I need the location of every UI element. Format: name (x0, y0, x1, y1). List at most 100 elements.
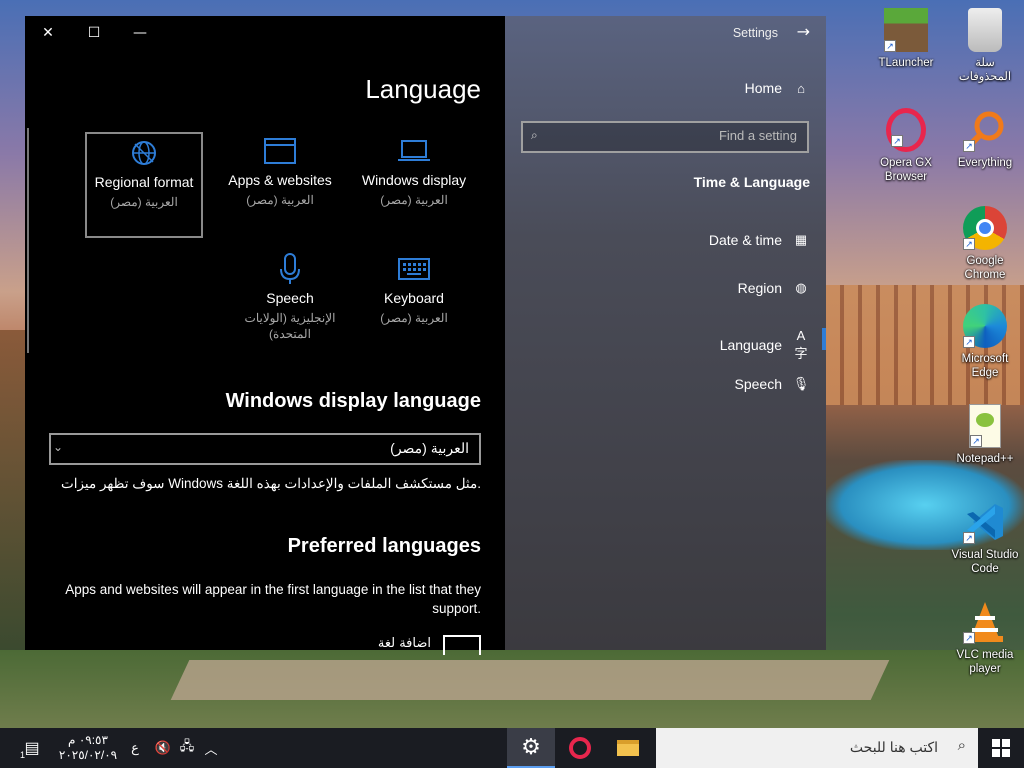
desktop-icon-notepadpp[interactable]: ↗ Notepad++ (948, 404, 1022, 466)
desktop-icon-label: سلة المحذوفات (958, 57, 1012, 83)
desktop-icon-label: Opera GX Browser (880, 157, 932, 183)
tile-label: Speech (266, 290, 314, 306)
desktop-icon-label: Everything (957, 157, 1013, 169)
nav-item-date-time[interactable]: Date & time ▦ (709, 232, 810, 248)
close-button[interactable]: ✕ (33, 24, 63, 42)
tlauncher-icon: ↗ (884, 8, 928, 52)
add-language-button[interactable] (443, 635, 481, 655)
nav-item-label: Region (737, 280, 782, 296)
clock[interactable]: ٠٩:٥٣ م ٢٠٢٥/٠٢/٠٩ (50, 728, 126, 768)
nav-home-label: Home (744, 80, 782, 96)
taskbar-opera-button[interactable] (556, 728, 604, 768)
wallpaper-left-edge (0, 330, 25, 650)
tile-regional-format[interactable]: Regional format العربية (مصر) (85, 132, 203, 238)
nav-item-label: Speech (734, 376, 782, 392)
notification-count: 1 (20, 750, 26, 760)
laptop-icon (355, 136, 473, 166)
vlc-icon: ↗ (963, 600, 1007, 644)
preferred-languages-heading: Preferred languages (287, 535, 481, 557)
nav-item-label: Date & time (708, 232, 782, 248)
preferred-languages-description: Apps and websites will appear in the fir… (65, 582, 481, 616)
chevron-down-icon: ⌄ (53, 440, 64, 454)
window-icon (221, 136, 339, 166)
desktop-icon-vlc[interactable]: ↗ VLC media player (948, 600, 1022, 676)
desktop-icon-chrome[interactable]: ↗ Google Chrome (948, 206, 1022, 282)
search-placeholder: Find a setting (718, 128, 797, 143)
desktop-icon-tlauncher[interactable]: ↗ TLauncher (869, 8, 943, 70)
gear-icon: ⚙ (521, 734, 541, 759)
tile-label: Regional format (94, 174, 194, 190)
action-center-button[interactable]: ▤ 1 (14, 728, 50, 768)
taskbar-settings-button[interactable]: ⚙ (507, 728, 555, 768)
opera-icon (569, 737, 591, 759)
tile-label: Keyboard (384, 290, 444, 306)
chevron-up-icon[interactable]: ︿ (200, 728, 222, 768)
scrollbar[interactable] (27, 128, 29, 353)
display-language-heading: Windows display language (225, 390, 481, 412)
minimize-button[interactable]: — (125, 24, 155, 42)
chrome-icon: ↗ (963, 206, 1007, 250)
notification-icon: ▤ (24, 740, 40, 757)
tile-label: Windows display (361, 172, 467, 188)
taskbar: ▤ 1 ٠٩:٥٣ م ٢٠٢٥/٠٢/٠٩ ع 🔇 🖧 ︿ ⚙ اكتب هن… (0, 728, 1024, 768)
active-indicator (822, 328, 826, 350)
desktop-icon-edge[interactable]: ↗ Microsoft Edge (948, 304, 1022, 380)
home-icon: ⌂ (797, 80, 805, 96)
wallpaper-walkway (170, 660, 890, 700)
settings-window: ✕ ☐ — Language Regional format العربية (… (25, 16, 826, 655)
language-page: ✕ ☐ — Language Regional format العربية (… (25, 16, 505, 655)
nav-item-speech[interactable]: Speech 🎙 (735, 376, 810, 392)
taskbar-search-text: اكتب هنا للبحث (849, 739, 938, 755)
tile-value: العربية (مصر) (380, 311, 448, 325)
desktop-icon-label: Microsoft Edge (961, 353, 1009, 379)
magnifier-icon: ↗ (963, 108, 1007, 152)
network-icon[interactable]: 🖧 (176, 728, 198, 768)
tile-keyboard[interactable]: Keyboard العربية (مصر) (355, 250, 473, 356)
add-language-label[interactable]: اضافة لغة (378, 636, 431, 651)
tile-apps-websites[interactable]: Apps & websites العربية (مصر) (221, 132, 339, 238)
tile-value: العربية (مصر) (380, 193, 448, 207)
recycle-bin-icon (968, 8, 1002, 52)
display-language-value: العربية (مصر) (390, 440, 469, 456)
back-arrow-icon[interactable]: → (797, 22, 810, 41)
microphone-icon: 🎙 (792, 376, 810, 391)
desktop-icon-recycle-bin[interactable]: سلة المحذوفات (948, 8, 1022, 84)
vscode-icon: ↗ (963, 500, 1007, 544)
desktop-icon-vscode[interactable]: ↗ Visual Studio Code (948, 500, 1022, 576)
search-input[interactable]: ⌕ Find a setting (521, 121, 809, 153)
nav-item-language[interactable]: Language A字 (720, 328, 810, 362)
display-language-description: سوف تظهر ميزات Windows مثل مستكشف الملفا… (61, 476, 481, 491)
windows-logo-icon (992, 739, 1010, 757)
taskbar-file-explorer-button[interactable] (604, 728, 652, 768)
maximize-button[interactable]: ☐ (79, 24, 109, 42)
input-language-indicator[interactable]: ع (126, 728, 144, 768)
opera-gx-icon: ↗ (886, 108, 926, 152)
display-language-dropdown[interactable]: ⌄ العربية (مصر) (49, 433, 481, 465)
notepadpp-icon: ↗ (969, 404, 1001, 448)
taskbar-search-box[interactable]: اكتب هنا للبحث ⌕ (656, 728, 978, 768)
volume-muted-icon[interactable]: 🔇 (152, 728, 174, 768)
calendar-clock-icon: ▦ (794, 232, 808, 247)
search-icon: ⌕ (531, 128, 538, 142)
settings-header: Settings (732, 26, 778, 40)
clock-time: ٠٩:٥٣ م (68, 733, 108, 747)
page-title: Language (365, 74, 481, 104)
nav-item-label: Language (719, 337, 782, 353)
tile-speech[interactable]: Speech الإنجليزية (الولايات المتحدة) (225, 250, 355, 356)
desktop-icon-label: Visual Studio Code (951, 549, 1019, 575)
edge-icon: ↗ (963, 304, 1007, 348)
microphone-icon (225, 253, 355, 284)
nav-section-title: Time & Language (693, 174, 810, 190)
clock-date: ٢٠٢٥/٠٢/٠٩ (58, 748, 118, 762)
globe-icon: ◍ (795, 280, 807, 295)
settings-nav-pane: Settings → Home ⌂ ⌕ Find a setting Time … (505, 16, 826, 650)
tile-windows-display[interactable]: Windows display العربية (مصر) (355, 132, 473, 238)
search-icon: ⌕ (957, 737, 966, 754)
desktop-icon-everything[interactable]: ↗ Everything (948, 108, 1022, 170)
desktop-icon-label: VLC media player (956, 649, 1014, 675)
nav-home[interactable]: Home ⌂ (745, 80, 810, 96)
desktop-icon-opera-gx[interactable]: ↗ Opera GX Browser (869, 108, 943, 184)
start-button[interactable] (978, 728, 1024, 768)
desktop-icon-label: TLauncher (878, 57, 934, 69)
nav-item-region[interactable]: Region ◍ (738, 280, 810, 296)
